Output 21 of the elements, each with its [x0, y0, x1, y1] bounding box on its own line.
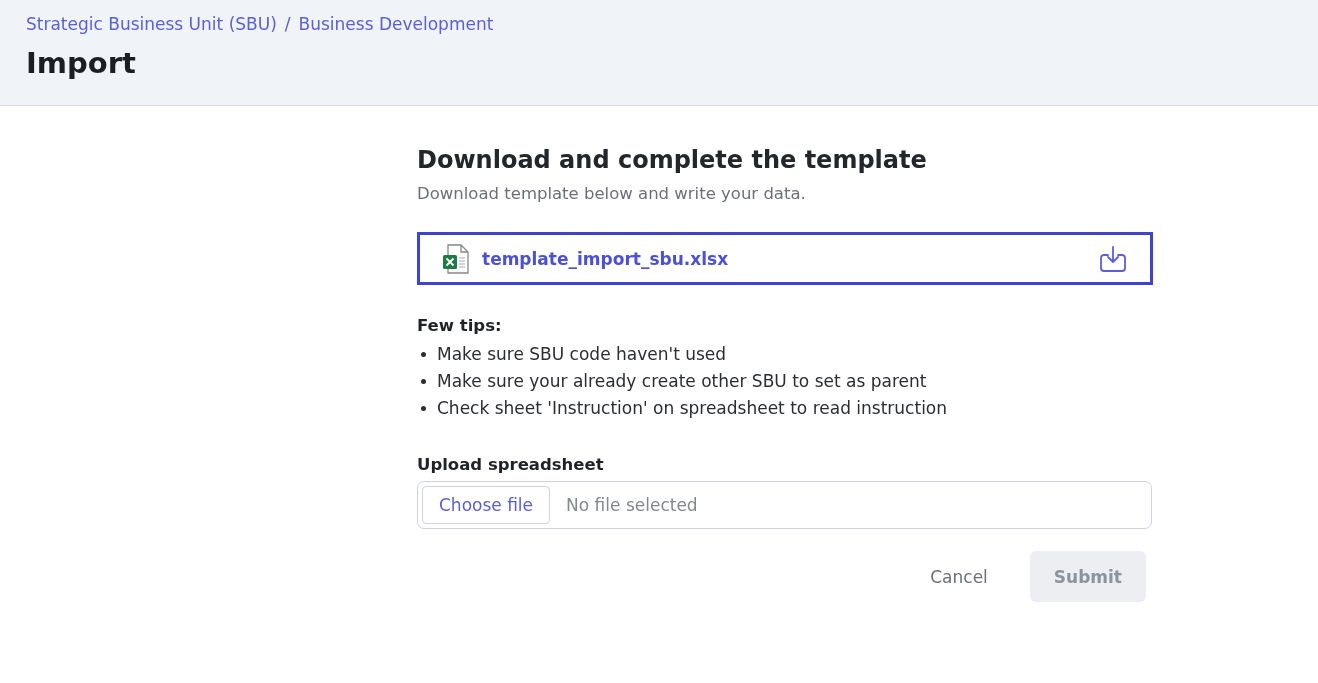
choose-file-button[interactable]: Choose file [422, 486, 551, 524]
tip-text: Make sure SBU code haven't used [437, 343, 727, 366]
template-download-link[interactable]: template_import_sbu.xlsx [417, 232, 1153, 285]
bullet-icon [421, 379, 426, 384]
breadcrumb-link[interactable]: Strategic Business Unit (SBU) [26, 14, 277, 34]
file-status-text: No file selected [566, 495, 698, 515]
section-subtitle: Download template below and write your data. [417, 184, 807, 203]
spreadsheet-file-icon [442, 243, 470, 274]
upload-label: Upload spreadsheet [417, 455, 605, 474]
breadcrumb-separator: / [284, 14, 291, 34]
download-icon [1098, 243, 1128, 274]
tip-text: Make sure your already create other SBU to set as parent [437, 370, 927, 393]
bullet-icon [421, 352, 426, 357]
file-input-field[interactable]: Choose file No file selected [417, 481, 1152, 529]
page-title: Import [26, 46, 137, 80]
tip-text: Check sheet 'Instruction' on spreadsheet to read instruction [437, 397, 948, 420]
breadcrumb-link[interactable]: Business Development [298, 14, 494, 34]
bullet-icon [421, 406, 426, 411]
cancel-button[interactable]: Cancel [906, 551, 1012, 602]
tips-title: Few tips: [417, 316, 503, 335]
section-title: Download and complete the template [417, 146, 928, 174]
